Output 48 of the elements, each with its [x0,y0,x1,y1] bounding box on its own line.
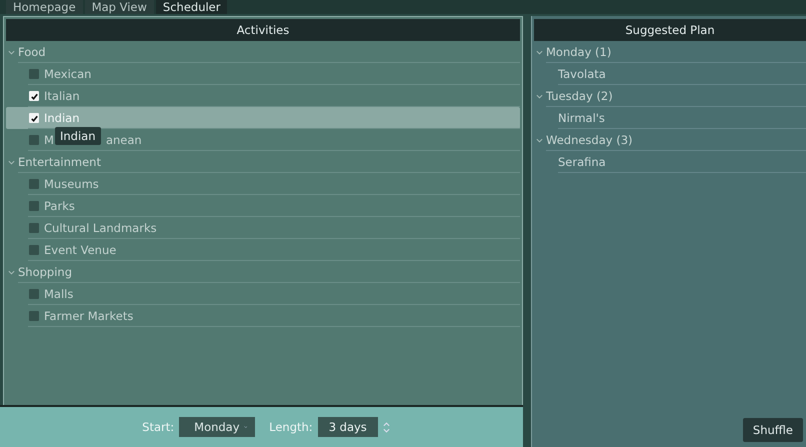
plan-item: Tavolata [558,67,606,81]
plan-item: Nirmal's [558,111,605,125]
activity-item[interactable]: Indian [6,107,520,129]
category-label: Shopping [18,265,72,279]
checkbox[interactable] [29,311,39,321]
activity-item[interactable]: Event Venue [6,239,520,261]
panel-header: Activities [6,19,520,41]
panel-header: Suggested Plan [534,19,806,41]
start-dropdown[interactable]: Monday [179,417,256,437]
activity-item[interactable]: Malls [6,283,520,305]
day-label: Tuesday (2) [546,89,613,103]
category-label: Food [18,45,46,59]
shuffle-button[interactable]: Shuffle [742,418,803,442]
plan-item: Serafina [558,155,606,169]
category-label: Entertainment [18,155,101,169]
activity-item[interactable]: Farmer Markets [6,305,520,327]
day-label: Wednesday (3) [546,133,633,147]
chevron-icon[interactable] [8,158,15,166]
start-label: Start: [142,420,174,434]
activity-item[interactable]: Italian [6,85,520,107]
activity-item[interactable]: Museums [6,173,520,195]
checkbox[interactable] [29,245,39,255]
tab[interactable]: Map View [84,0,154,14]
tab[interactable]: Scheduler [156,0,228,14]
activity-label: anean [106,133,142,147]
chevron-icon[interactable] [8,268,15,276]
activity-item[interactable]: Cultural Landmarks [6,217,520,239]
checkbox[interactable] [29,135,39,145]
length-spinbox[interactable]: 3 days [318,417,378,437]
spinner-icon[interactable] [382,422,390,432]
activity-item[interactable]: Mexican [6,63,520,85]
checkbox[interactable] [29,91,39,101]
activity-label: M [44,133,54,147]
checkbox[interactable] [29,69,39,79]
day-label: Monday (1) [546,45,612,59]
chevron-icon[interactable] [536,136,543,144]
chevron-icon[interactable] [536,92,543,100]
checkbox[interactable] [29,289,39,299]
tab[interactable]: Homepage [6,0,83,14]
activity-item[interactable]: Parks [6,195,520,217]
chevron-icon[interactable] [536,48,543,56]
tooltip: Indian [55,127,101,145]
length-label: Length: [269,420,313,434]
checkbox[interactable] [29,223,39,233]
checkbox[interactable] [29,201,39,211]
checkbox[interactable] [29,179,39,189]
checkbox[interactable] [29,113,39,123]
chevron-icon[interactable] [8,48,15,56]
